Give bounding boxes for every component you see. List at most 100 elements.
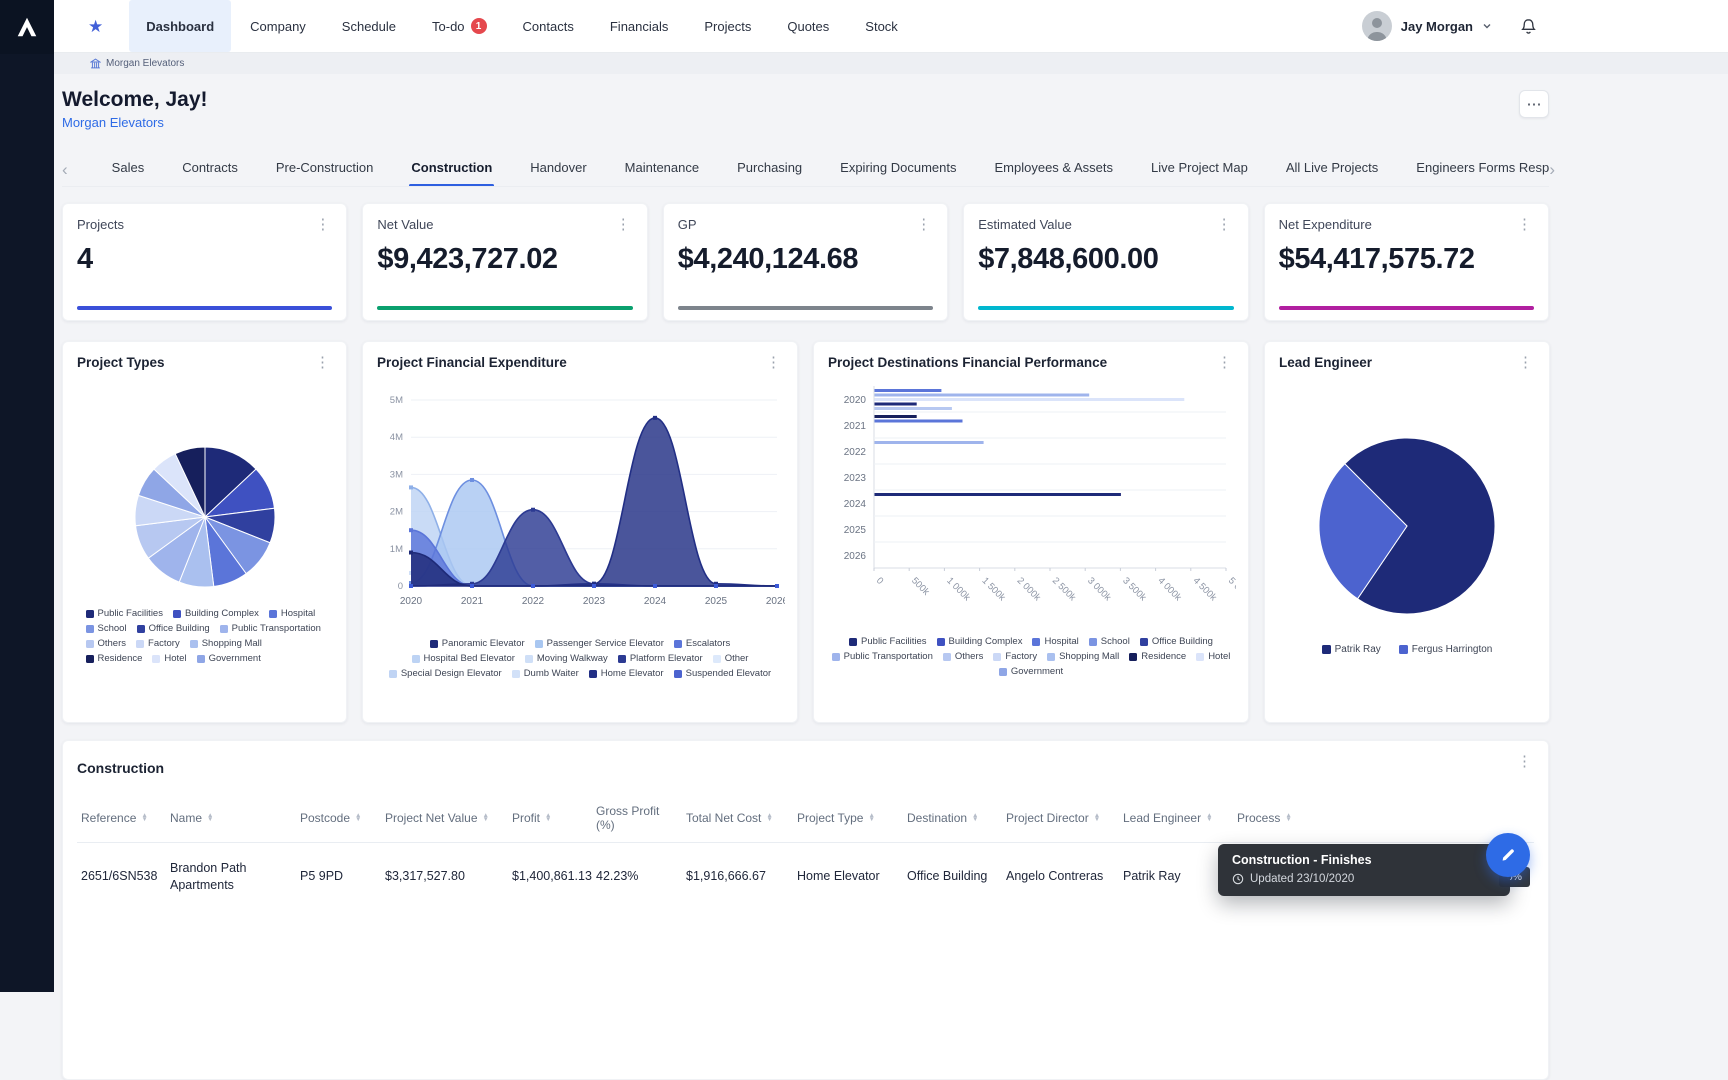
tab-live-project-map[interactable]: Live Project Map (1149, 160, 1250, 186)
tab-purchasing[interactable]: Purchasing (735, 160, 804, 186)
legend-label: Public Facilities (98, 608, 163, 619)
sort-arrows-icon[interactable]: ▲▼ (545, 814, 551, 823)
hbar-2024-public-facilities[interactable] (875, 493, 1121, 496)
favorites-star-icon[interactable]: ★ (88, 18, 103, 35)
kpi-label: Projects (77, 217, 124, 232)
column-header-process[interactable]: Process▲▼ (1233, 798, 1534, 843)
svg-text:3M: 3M (390, 469, 403, 480)
hbar-2020-hospital[interactable] (875, 389, 942, 392)
sort-arrows-icon[interactable]: ▲▼ (355, 814, 361, 823)
column-header-project-director[interactable]: Project Director▲▼ (1002, 798, 1119, 843)
types-legend-item-public-transportation: Public Transportation (220, 623, 321, 634)
lead-engineer-pie-chart (1313, 432, 1501, 620)
edit-fab-button[interactable] (1486, 833, 1530, 877)
sort-arrows-icon[interactable]: ▲▼ (483, 814, 489, 823)
app-logo[interactable] (0, 0, 54, 54)
legend-label: Special Design Elevator (401, 668, 502, 679)
breadcrumb-company[interactable]: Morgan Elevators (106, 58, 184, 69)
sort-desc-icon: ▼ (355, 818, 361, 823)
hbar-2020-hotel[interactable] (875, 398, 1185, 401)
sort-arrows-icon[interactable]: ▲▼ (1094, 814, 1100, 823)
chart-card-destinations-performance: Project Destinations Financial Performan… (813, 341, 1249, 723)
hbar-2021-hospital[interactable] (875, 420, 963, 423)
user-name[interactable]: Jay Morgan (1401, 19, 1473, 34)
tab-all-live-projects[interactable]: All Live Projects (1284, 160, 1380, 186)
column-header-project-type[interactable]: Project Type▲▼ (793, 798, 903, 843)
nav-item-financials[interactable]: Financials (593, 0, 686, 52)
tab-expiring-documents[interactable]: Expiring Documents (838, 160, 958, 186)
tab-construction[interactable]: Construction (409, 160, 494, 186)
legend-label: Residence (1141, 651, 1186, 662)
column-header-destination[interactable]: Destination▲▼ (903, 798, 1002, 843)
kebab-menu-icon[interactable]: ⋮ (1215, 355, 1234, 370)
tabs-scroll-right-chevron-icon[interactable]: › (1549, 161, 1559, 186)
nav-item-schedule[interactable]: Schedule (325, 0, 413, 52)
tab-engineers-forms-respon[interactable]: Engineers Forms Respon (1414, 160, 1549, 186)
cell-postcode: P5 9PD (296, 843, 381, 911)
kpi-card-net-expenditure: Net Expenditure⋮$54,417,575.72 (1264, 203, 1549, 321)
kebab-menu-icon[interactable]: ⋮ (764, 355, 783, 370)
area-series-passenger-service-elevator[interactable] (411, 480, 777, 586)
sort-arrows-icon[interactable]: ▲▼ (141, 814, 147, 823)
nav-item-company[interactable]: Company (233, 0, 323, 52)
sort-arrows-icon[interactable]: ▲▼ (1285, 814, 1291, 823)
legend-swatch (152, 655, 160, 663)
column-header-profit[interactable]: Profit▲▼ (508, 798, 592, 843)
nav-item-stock[interactable]: Stock (848, 0, 915, 52)
kebab-menu-icon[interactable]: ⋮ (614, 217, 633, 232)
nav-item-label: Dashboard (146, 19, 214, 34)
sort-arrows-icon[interactable]: ▲▼ (1206, 814, 1212, 823)
column-header-total-net-cost[interactable]: Total Net Cost▲▼ (682, 798, 793, 843)
tabs-scroll-left-chevron-icon[interactable]: ‹ (62, 161, 72, 186)
legend-label: Patrik Ray (1335, 644, 1381, 655)
hbar-2020-public-facilities[interactable] (875, 403, 917, 406)
nav-item-quotes[interactable]: Quotes (770, 0, 846, 52)
column-header-lead-engineer[interactable]: Lead Engineer▲▼ (1119, 798, 1233, 843)
chart-card-lead-engineer: Lead Engineer ⋮ Patrik RayFergus Harring… (1264, 341, 1550, 723)
kebab-menu-icon[interactable]: ⋮ (1516, 355, 1535, 370)
exp-legend-item-special-design-elevator: Special Design Elevator (389, 668, 502, 679)
kebab-menu-icon[interactable]: ⋮ (313, 217, 332, 232)
tab-pre-construction[interactable]: Pre-Construction (274, 160, 376, 186)
kebab-menu-icon[interactable]: ⋮ (1515, 754, 1534, 769)
kebab-menu-icon[interactable]: ⋮ (313, 355, 332, 370)
user-avatar[interactable] (1362, 11, 1392, 41)
column-header-project-net-value[interactable]: Project Net Value▲▼ (381, 798, 508, 843)
svg-text:2023: 2023 (583, 596, 606, 607)
toast-updated-label: Updated 23/10/2020 (1250, 873, 1354, 885)
kpi-accent-bar (1279, 306, 1534, 310)
sort-arrows-icon[interactable]: ▲▼ (972, 814, 978, 823)
page-more-button[interactable]: ⋯ (1519, 90, 1549, 118)
tab-handover[interactable]: Handover (528, 160, 588, 186)
sort-desc-icon: ▼ (1094, 818, 1100, 823)
tab-contracts[interactable]: Contracts (180, 160, 240, 186)
sort-arrows-icon[interactable]: ▲▼ (207, 814, 213, 823)
exp-legend-item-passenger-service-elevator: Passenger Service Elevator (535, 638, 664, 649)
chevron-down-icon[interactable] (1482, 22, 1492, 30)
nav-item-to-do[interactable]: To-do1 (415, 0, 504, 52)
hbar-2021-residence[interactable] (875, 415, 917, 418)
sort-arrows-icon[interactable]: ▲▼ (766, 814, 772, 823)
nav-item-dashboard[interactable]: Dashboard (129, 0, 231, 52)
tab-employees-assets[interactable]: Employees & Assets (992, 160, 1115, 186)
nav-item-projects[interactable]: Projects (687, 0, 768, 52)
hbar-2020-public-transportation[interactable] (875, 394, 1090, 397)
nav-item-contacts[interactable]: Contacts (506, 0, 591, 52)
toast-notification[interactable]: Construction - Finishes Updated 23/10/20… (1218, 844, 1510, 896)
tab-maintenance[interactable]: Maintenance (623, 160, 701, 186)
kebab-menu-icon[interactable]: ⋮ (914, 217, 933, 232)
hbar-2020-others[interactable] (875, 407, 952, 410)
tab-sales[interactable]: Sales (110, 160, 147, 186)
kebab-menu-icon[interactable]: ⋮ (1515, 217, 1534, 232)
svg-text:5 000k: 5 000k (1226, 575, 1236, 603)
company-link[interactable]: Morgan Elevators (62, 115, 164, 130)
notifications-bell-icon[interactable] (1519, 17, 1538, 36)
legend-label: Hospital (281, 608, 315, 619)
sort-arrows-icon[interactable]: ▲▼ (868, 814, 874, 823)
legend-swatch (535, 640, 543, 648)
kebab-menu-icon[interactable]: ⋮ (1215, 217, 1234, 232)
column-header-name[interactable]: Name▲▼ (166, 798, 296, 843)
column-header-postcode[interactable]: Postcode▲▼ (296, 798, 381, 843)
hbar-2022-public-transportation[interactable] (875, 441, 984, 444)
column-header-reference[interactable]: Reference▲▼ (77, 798, 166, 843)
